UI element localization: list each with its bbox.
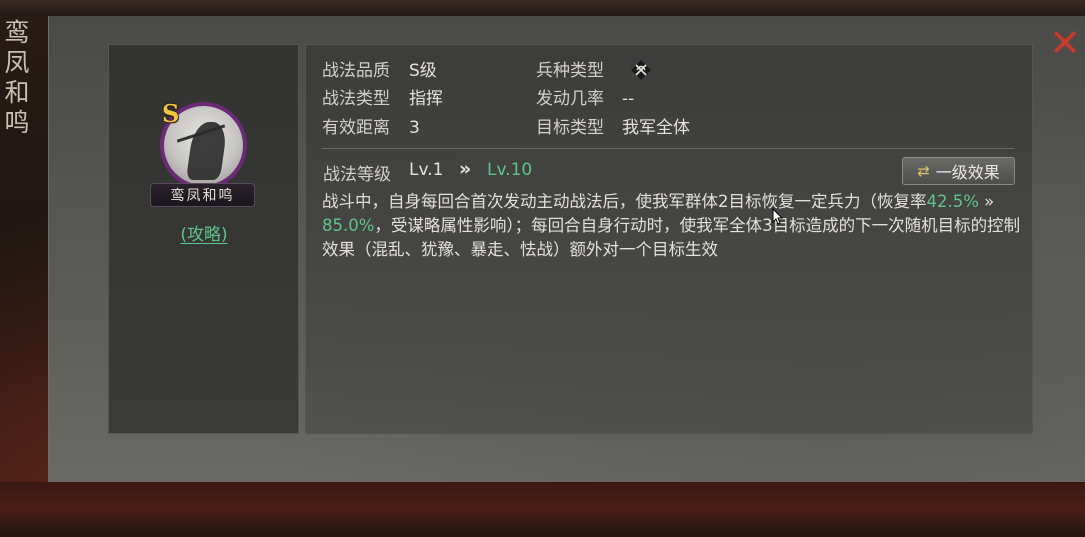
range-label: 有效距离	[322, 118, 390, 138]
warrior-figure	[185, 122, 229, 180]
skill-name: 鸾凤和鸣	[170, 188, 235, 204]
description-part2: ，受谋略属性影响）；每回合自身行动时，使我军全体3目标造成的下一次随机目标的控制…	[322, 216, 1021, 259]
troop-type-icon	[628, 57, 654, 83]
bottom-strip	[0, 482, 1085, 537]
type-label: 战法类型	[322, 89, 390, 109]
close-button[interactable]: ✕	[1048, 24, 1082, 62]
strategy-link[interactable]: (攻略)	[160, 220, 248, 245]
level-arrow: »	[459, 158, 472, 180]
level-current: Lv.1	[409, 160, 444, 180]
chance-label: 发动几率	[536, 89, 604, 109]
side-title-char: 鸾	[4, 18, 30, 47]
level-max: Lv.10	[487, 160, 533, 180]
level-label: 战法等级	[323, 165, 391, 185]
skill-name-plate: 鸾凤和鸣	[150, 183, 255, 207]
chance-value: --	[622, 89, 635, 109]
side-title-char: 和	[4, 78, 30, 107]
level-effect-button-label: 一级效果	[935, 163, 1000, 182]
target-value: 我军全体	[622, 118, 690, 138]
close-icon[interactable]: ✕	[1049, 24, 1081, 62]
level-effect-button[interactable]: ⇄ 一级效果	[902, 157, 1015, 185]
type-value: 指挥	[409, 89, 443, 109]
description-value-to: 85.0%	[322, 216, 375, 235]
mouse-cursor-icon	[772, 208, 784, 225]
divider	[322, 148, 1014, 149]
description-part1: 战斗中，自身每回合首次发动主动战法后，使我军群体2目标恢复一定兵力（恢复率	[322, 192, 927, 211]
swap-icon: ⇄	[917, 162, 930, 180]
target-label: 目标类型	[536, 118, 604, 138]
skill-description: 战斗中，自身每回合首次发动主动战法后，使我军群体2目标恢复一定兵力（恢复率42.…	[322, 190, 1022, 262]
description-arrow: »	[984, 192, 995, 211]
top-strip	[0, 0, 1085, 16]
side-title: 鸾 凤 和 鸣	[0, 18, 34, 138]
quality-value: S级	[409, 61, 437, 81]
description-value-from: 42.5%	[926, 192, 979, 211]
side-title-char: 鸣	[4, 108, 30, 137]
grade-badge: S	[162, 99, 180, 128]
side-title-char: 凤	[4, 48, 30, 77]
range-value: 3	[409, 118, 420, 138]
quality-label: 战法品质	[322, 61, 390, 81]
troop-label: 兵种类型	[536, 61, 604, 81]
